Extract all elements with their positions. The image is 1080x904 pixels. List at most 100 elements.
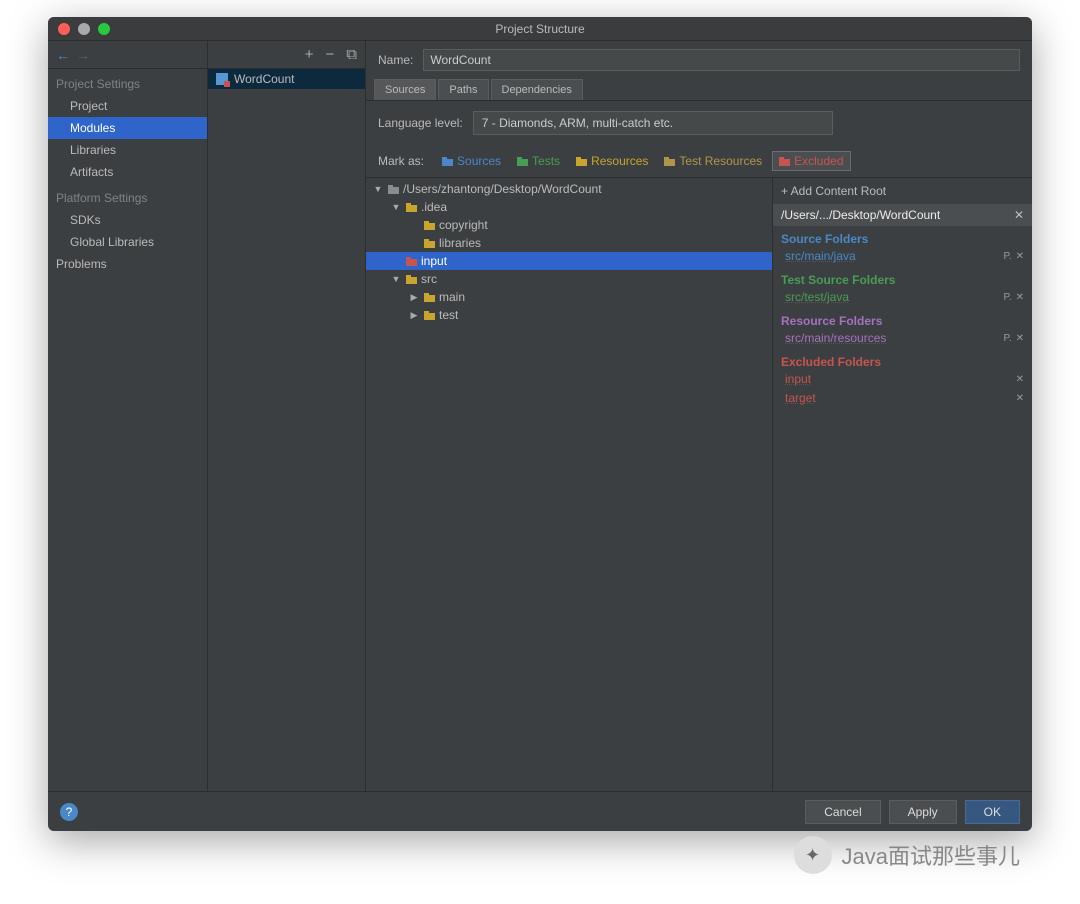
zoom-icon[interactable] — [98, 23, 110, 35]
cancel-button[interactable]: Cancel — [805, 800, 880, 824]
folder-item: target ✕ — [781, 390, 1024, 409]
mark-resources[interactable]: Resources — [570, 152, 654, 170]
disclosure-icon[interactable]: ▼ — [372, 184, 384, 194]
titlebar: Project Structure — [48, 17, 1032, 41]
content-root-path: /Users/.../Desktop/WordCount — [781, 208, 940, 222]
mark-sources[interactable]: Sources — [436, 152, 507, 170]
remove-folder-icon[interactable]: ✕ — [1016, 292, 1024, 303]
module-list-panel: + − ⧉ WordCount — [208, 41, 366, 791]
tab-paths[interactable]: Paths — [438, 79, 488, 100]
remove-folder-icon[interactable]: ✕ — [1016, 333, 1024, 344]
tab-dependencies[interactable]: Dependencies — [491, 79, 583, 100]
folder-path[interactable]: src/test/java — [785, 290, 849, 304]
remove-folder-icon[interactable]: ✕ — [1016, 251, 1024, 262]
name-label: Name: — [378, 53, 413, 67]
folder-icon — [424, 239, 435, 248]
mark-as-row: Mark as: SourcesTestsResourcesTest Resou… — [366, 145, 1032, 178]
help-icon[interactable]: ? — [60, 803, 78, 821]
module-toolbar: + − ⧉ — [208, 41, 365, 69]
folder-item: src/test/java P. ✕ — [781, 289, 1024, 308]
tab-sources[interactable]: Sources — [374, 79, 436, 100]
tree-row[interactable]: ▶test — [366, 306, 772, 324]
close-icon[interactable] — [58, 23, 70, 35]
remove-folder-icon[interactable]: ✕ — [1016, 393, 1024, 404]
mark-test-resources[interactable]: Test Resources — [658, 152, 768, 170]
sidebar-item-libraries[interactable]: Libraries — [48, 139, 207, 161]
folder-icon — [664, 157, 675, 166]
ok-button[interactable]: OK — [965, 800, 1020, 824]
remove-folder-icon[interactable]: ✕ — [1016, 374, 1024, 385]
folder-group: Resource Folderssrc/main/resourcesP.✕ — [773, 308, 1032, 349]
sidebar-item-project[interactable]: Project — [48, 95, 207, 117]
mark-as-label: Mark as: — [378, 154, 424, 168]
folder-icon — [779, 157, 790, 166]
add-module-icon[interactable]: + — [305, 46, 314, 63]
main-content: ← → Project Settings ProjectModulesLibra… — [48, 41, 1032, 791]
language-level-select[interactable]: 7 - Diamonds, ARM, multi-catch etc. — [473, 111, 833, 135]
disclosure-icon[interactable]: ▼ — [390, 202, 402, 212]
disclosure-icon[interactable]: ▶ — [408, 292, 420, 303]
sidebar-item-artifacts[interactable]: Artifacts — [48, 161, 207, 183]
folder-item: input ✕ — [781, 371, 1024, 390]
mark-tests[interactable]: Tests — [511, 152, 566, 170]
folder-icon — [424, 311, 435, 320]
folder-icon — [406, 203, 417, 212]
wechat-icon: ✦ — [794, 836, 832, 874]
module-item[interactable]: WordCount — [208, 69, 365, 89]
properties-icon[interactable]: P. — [1003, 292, 1011, 303]
tree-row[interactable]: ▼.idea — [366, 198, 772, 216]
section-platform-settings: Platform Settings — [48, 183, 207, 209]
tree-row[interactable]: ▼src — [366, 270, 772, 288]
folder-icon — [406, 275, 417, 284]
folder-path[interactable]: src/main/java — [785, 249, 856, 263]
section-project-settings: Project Settings — [48, 69, 207, 95]
folder-path[interactable]: src/main/resources — [785, 331, 886, 345]
tree-row[interactable]: libraries — [366, 234, 772, 252]
content-root-title: /Users/.../Desktop/WordCount ✕ — [773, 204, 1032, 226]
nav-back-icon[interactable]: ← — [56, 47, 70, 63]
module-tabs: SourcesPathsDependencies — [366, 79, 1032, 101]
sidebar-item-global-libraries[interactable]: Global Libraries — [48, 231, 207, 253]
add-content-root-button[interactable]: + Add Content Root — [773, 178, 1032, 204]
apply-button[interactable]: Apply — [889, 800, 957, 824]
properties-icon[interactable]: P. — [1003, 251, 1011, 262]
watermark: ✦ Java面试那些事儿 — [794, 836, 1020, 874]
sidebar-item-sdks[interactable]: SDKs — [48, 209, 207, 231]
properties-icon[interactable]: P. — [1003, 333, 1011, 344]
folder-icon — [424, 293, 435, 302]
module-name-input[interactable] — [423, 49, 1020, 71]
folder-path[interactable]: input — [785, 372, 811, 386]
module-icon — [216, 73, 228, 85]
tree-row[interactable]: ▶main — [366, 288, 772, 306]
folder-icon — [406, 257, 417, 266]
remove-module-icon[interactable]: − — [326, 46, 335, 63]
folder-icon — [424, 221, 435, 230]
content-roots-panel: + Add Content Root /Users/.../Desktop/Wo… — [772, 178, 1032, 791]
traffic-lights — [58, 23, 110, 35]
folder-icon — [517, 157, 528, 166]
disclosure-icon[interactable]: ▶ — [408, 310, 420, 321]
sidebar-item-modules[interactable]: Modules — [48, 117, 207, 139]
folder-icon — [576, 157, 587, 166]
minimize-icon[interactable] — [78, 23, 90, 35]
folder-group-header: Excluded Folders — [781, 355, 1024, 369]
tree-row[interactable]: ▼/Users/zhantong/Desktop/WordCount — [366, 180, 772, 198]
nav-forward-icon[interactable]: → — [76, 47, 90, 63]
folder-item: src/main/resources P. ✕ — [781, 330, 1024, 349]
folder-item: src/main/java P. ✕ — [781, 248, 1024, 267]
folder-group-header: Test Source Folders — [781, 273, 1024, 287]
folder-icon — [442, 157, 453, 166]
remove-root-icon[interactable]: ✕ — [1014, 208, 1024, 222]
tree-row[interactable]: input — [366, 252, 772, 270]
copy-module-icon[interactable]: ⧉ — [346, 46, 357, 63]
mark-excluded[interactable]: Excluded — [772, 151, 850, 171]
sidebar: ← → Project Settings ProjectModulesLibra… — [48, 41, 208, 791]
disclosure-icon[interactable]: ▼ — [390, 274, 402, 284]
sidebar-item-problems[interactable]: Problems — [48, 253, 207, 275]
tree-row[interactable]: copyright — [366, 216, 772, 234]
folder-group: Excluded Folders input ✕ target ✕ — [773, 349, 1032, 409]
folder-group: Source Folders src/main/java P. ✕ — [773, 226, 1032, 267]
folder-group-header: Source Folders — [781, 232, 1024, 246]
project-structure-window: Project Structure ← → Project Settings P… — [48, 17, 1032, 831]
folder-path[interactable]: target — [785, 391, 816, 405]
